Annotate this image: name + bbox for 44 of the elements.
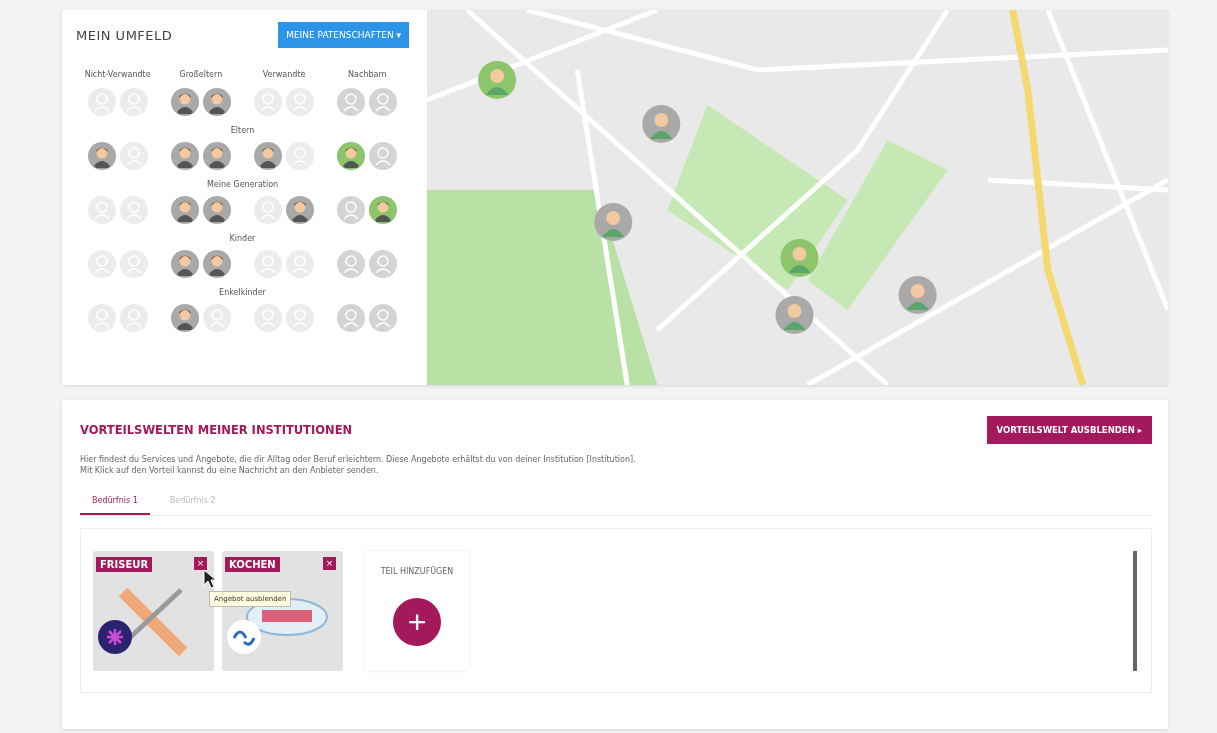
person-avatar-icon[interactable] (170, 250, 199, 278)
offer-label: KOCHEN (225, 557, 280, 572)
add-tile[interactable]: TEIL HINZUFÜGEN + (365, 551, 469, 671)
description-text: Hier findest du Services und Angebote, die dir Alltag oder Beruf erleichtern. Diese Angebote erhältst du von deiner Institution [Institution]. (80, 454, 637, 465)
column-heading: Großeltern (178, 70, 224, 81)
tab[interactable]: Bedürfnis 1 (80, 488, 150, 515)
section-title: VORTEILSWELTEN MEINER INSTITUTIONEN (80, 423, 353, 437)
column-heading: Verwandte (261, 70, 307, 81)
add-label: TEIL HINZUFÜGEN (380, 567, 454, 576)
row-label: Kinder (229, 234, 256, 243)
person-avatar-icon[interactable] (254, 142, 283, 170)
person-avatar-icon[interactable] (170, 304, 199, 332)
row-label: Enkelkinder (219, 288, 266, 297)
offer-label: FRISEUR (96, 557, 153, 572)
person-avatar-icon[interactable] (170, 142, 199, 170)
empty-avatar-icon[interactable] (337, 250, 366, 278)
empty-avatar-icon[interactable] (337, 88, 366, 116)
person-avatar-icon[interactable] (170, 196, 199, 224)
person-avatar-icon[interactable] (286, 196, 315, 224)
person-avatar-icon[interactable] (202, 88, 231, 116)
ausblenden-button[interactable]: VORTEILSWELT AUSBLENDEN ▸ (986, 416, 1152, 444)
column-heading: Nachbarn (347, 70, 388, 81)
close-button[interactable]: × (323, 557, 336, 570)
person-avatar-icon[interactable] (202, 196, 231, 224)
map-drawing[interactable] (427, 10, 1168, 385)
person-avatar-icon[interactable] (337, 142, 366, 170)
description-text: Mit Klick auf den Vorteil kannst du eine Nachricht an den Anbieter senden. (80, 465, 380, 476)
cursor-icon (203, 569, 217, 589)
column-heading: Nicht-Verwandte (83, 70, 152, 81)
section-title: MEIN UMFELD (76, 27, 173, 43)
person-avatar-icon[interactable] (369, 196, 398, 224)
row-label: Eltern (230, 126, 255, 135)
add-button[interactable]: + (393, 598, 441, 646)
scrollbar[interactable] (1133, 551, 1137, 671)
person-avatar-icon[interactable] (87, 142, 116, 170)
empty-avatar-icon[interactable] (369, 250, 398, 278)
person-avatar-icon[interactable] (202, 142, 231, 170)
row-label: Meine Generation (206, 180, 279, 189)
person-avatar-icon[interactable] (202, 250, 231, 278)
empty-avatar-icon[interactable] (337, 304, 366, 332)
close-button[interactable]: × (194, 557, 207, 570)
person-avatar-icon[interactable] (170, 88, 199, 116)
empty-avatar-icon[interactable] (369, 88, 398, 116)
empty-avatar-icon[interactable] (369, 304, 398, 332)
